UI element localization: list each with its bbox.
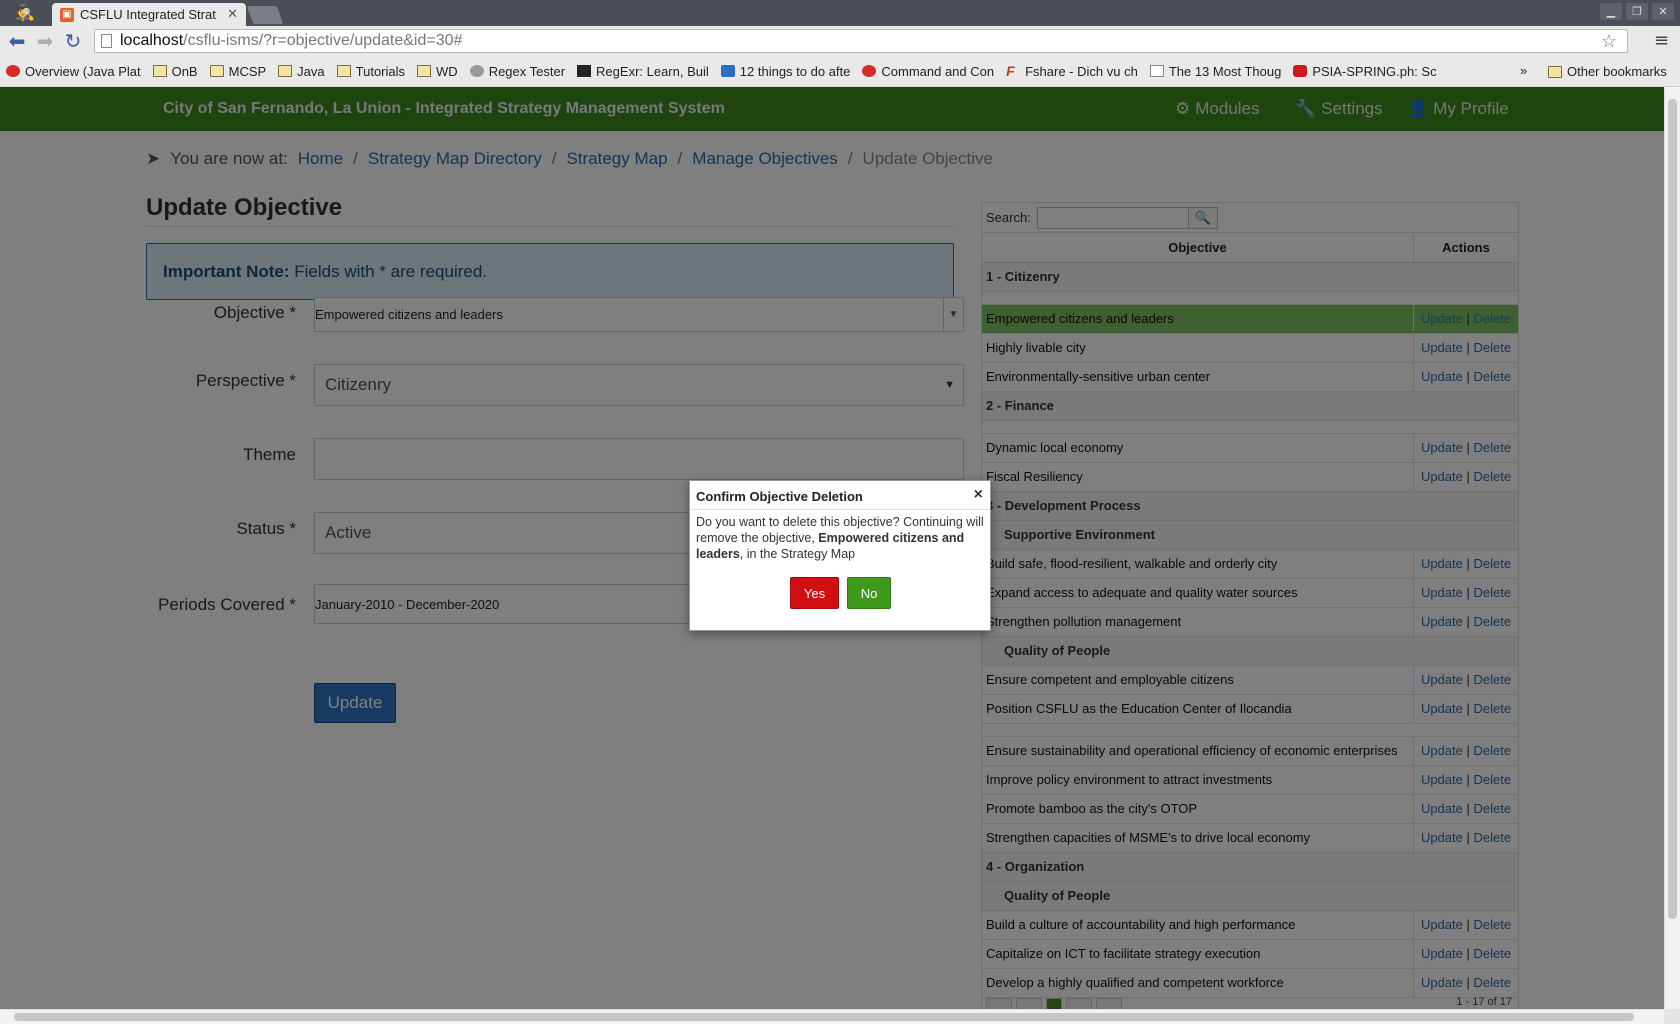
bookmarks-bar: Overview (Java Plat OnB MCSP Java Tutori…	[0, 56, 1680, 87]
vertical-scrollbar[interactable]	[1664, 87, 1680, 1009]
incognito-icon: 🕵	[15, 3, 35, 22]
close-icon[interactable]: ×	[974, 486, 983, 504]
other-bookmarks-label: Other bookmarks	[1567, 64, 1667, 79]
browser-tab-strip: 🕵 ▣ CSFLU Integrated Strat ✕ ▁ ❐ ✕	[0, 0, 1680, 26]
scrollbar-thumb[interactable]	[1668, 99, 1677, 919]
forward-icon[interactable]: ➡	[34, 30, 56, 52]
bookmark-label: Tutorials	[355, 63, 406, 79]
other-bookmarks[interactable]: Other bookmarks	[1548, 64, 1667, 79]
bookmark-item[interactable]: MCSP	[209, 63, 267, 79]
bookmark-icon	[469, 65, 484, 77]
menu-icon[interactable]: ≡	[1654, 30, 1669, 51]
bookmark-label: Overview (Java Plat	[25, 63, 141, 79]
bookmark-label: MCSP	[228, 63, 267, 79]
tab-title: CSFLU Integrated Strat	[80, 7, 216, 22]
reload-icon[interactable]: ↻	[62, 30, 84, 52]
bookmark-icon	[577, 65, 592, 77]
folder-icon	[417, 65, 432, 77]
back-icon[interactable]: ⬅	[6, 30, 28, 52]
dialog-header: Confirm Objective Deletion ×	[690, 481, 990, 510]
yes-button[interactable]: Yes	[790, 577, 839, 609]
bookmark-item[interactable]: F Fshare - Dich vu ch	[1006, 64, 1138, 79]
no-button[interactable]: No	[847, 577, 891, 609]
bookmark-item[interactable]: RegExr: Learn, Buil	[577, 64, 709, 79]
bookmarks-overflow-icon[interactable]: »	[1520, 63, 1527, 78]
bookmark-label: Regex Tester	[488, 63, 566, 79]
dialog-title: Confirm Objective Deletion	[696, 489, 863, 504]
close-window-icon[interactable]: ✕	[1652, 3, 1674, 20]
new-tab-button[interactable]	[246, 6, 284, 24]
bookmark-label: OnB	[171, 63, 198, 79]
page-icon	[101, 34, 112, 48]
page-icon	[1149, 65, 1164, 77]
bookmark-item[interactable]: The 13 Most Thoug	[1149, 63, 1282, 79]
folder-icon	[1548, 65, 1562, 78]
minimize-icon[interactable]: ▁	[1600, 3, 1622, 20]
bookmark-item[interactable]: WD	[417, 64, 458, 79]
folder-icon	[152, 65, 167, 77]
dialog-actions: Yes No	[790, 577, 891, 609]
scrollbar-corner	[1664, 1009, 1680, 1024]
url-path: /csflu-isms/?r=objective/update&id=30#	[183, 32, 463, 49]
bookmark-label: Fshare - Dich vu ch	[1025, 63, 1138, 79]
bookmark-label: PSIA-SPRING.ph: Sc	[1312, 63, 1437, 79]
bookmark-label: 12 things to do afte	[739, 63, 851, 79]
scrollbar-thumb[interactable]	[14, 1013, 1634, 1021]
browser-tab[interactable]: ▣ CSFLU Integrated Strat ✕	[52, 3, 246, 26]
horizontal-scrollbar[interactable]	[0, 1009, 1664, 1024]
bookmark-item[interactable]: 12 things to do afte	[720, 63, 851, 79]
bookmark-label: WD	[436, 63, 458, 79]
browser-toolbar: ⬅ ➡ ↻ localhost/csflu-isms/?r=objective/…	[0, 26, 1680, 56]
bookmark-label: Command and Con	[881, 63, 995, 79]
confirm-delete-dialog: Confirm Objective Deletion × Do you want…	[689, 480, 991, 631]
bookmark-label: Java	[297, 63, 325, 79]
address-bar[interactable]: localhost/csflu-isms/?r=objective/update…	[94, 29, 1628, 53]
bookmark-item[interactable]: OnB	[152, 63, 198, 79]
restore-icon[interactable]: ❐	[1626, 3, 1648, 20]
tab-close-icon[interactable]: ✕	[227, 7, 238, 22]
favicon-icon: ▣	[60, 7, 74, 22]
bookmark-item[interactable]: Regex Tester	[469, 63, 566, 79]
bookmark-icon	[1293, 65, 1308, 77]
bookmark-label: The 13 Most Thoug	[1168, 63, 1282, 79]
bookmark-label: RegExr: Learn, Buil	[596, 63, 709, 79]
page: City of San Fernando, La Union - Integra…	[0, 87, 1664, 1009]
folder-icon	[336, 65, 351, 77]
bookmark-item[interactable]: Overview (Java Plat	[6, 64, 141, 79]
folder-icon	[209, 65, 224, 77]
bookmark-icon	[862, 65, 877, 77]
folder-icon	[278, 65, 293, 77]
bookmark-star-icon[interactable]: ☆	[1601, 31, 1617, 52]
bookmark-icon	[720, 65, 735, 77]
url-host: localhost	[120, 32, 184, 49]
bookmark-item[interactable]: Java	[278, 63, 325, 79]
dialog-body: Do you want to delete this objective? Co…	[690, 510, 990, 566]
bookmark-icon: F	[1006, 63, 1015, 79]
bookmark-item[interactable]: PSIA-SPRING.ph: Sc	[1293, 63, 1437, 79]
bookmark-icon	[6, 65, 20, 77]
bookmark-item[interactable]: Command and Con	[862, 64, 994, 79]
bookmark-item[interactable]: Tutorials	[336, 63, 406, 79]
dialog-text-end: , in the Strategy Map	[739, 547, 856, 561]
